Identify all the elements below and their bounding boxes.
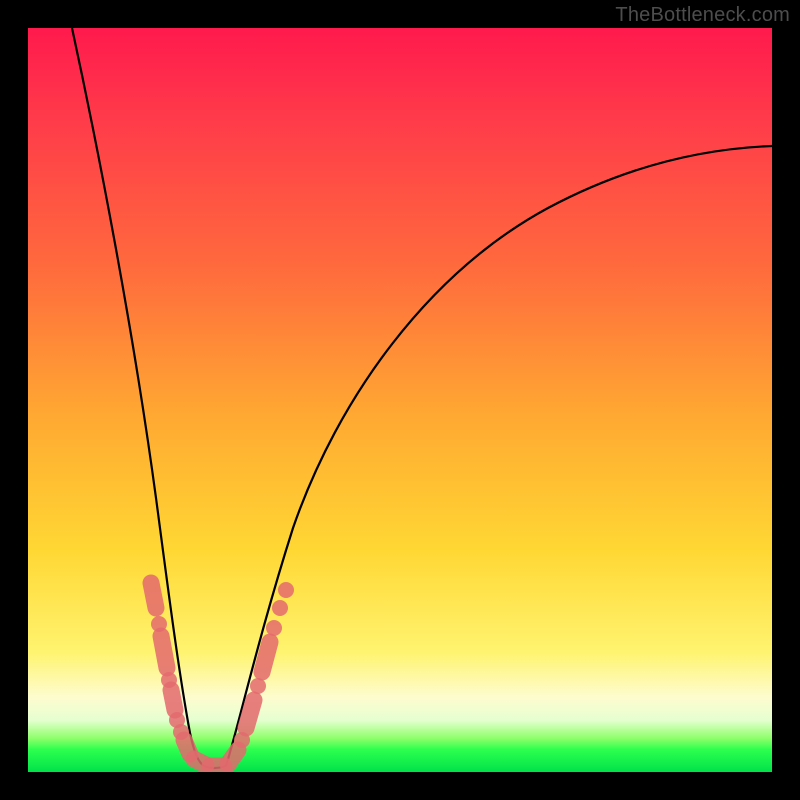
plot-area: [28, 28, 772, 772]
watermark-text: TheBottleneck.com: [615, 4, 790, 27]
curve-right-branch: [226, 146, 772, 766]
markers-left: [151, 583, 224, 766]
chart-svg: [28, 28, 772, 772]
outer-frame: TheBottleneck.com: [0, 0, 800, 800]
curve-left-branch: [72, 28, 204, 766]
markers-right: [228, 582, 294, 764]
